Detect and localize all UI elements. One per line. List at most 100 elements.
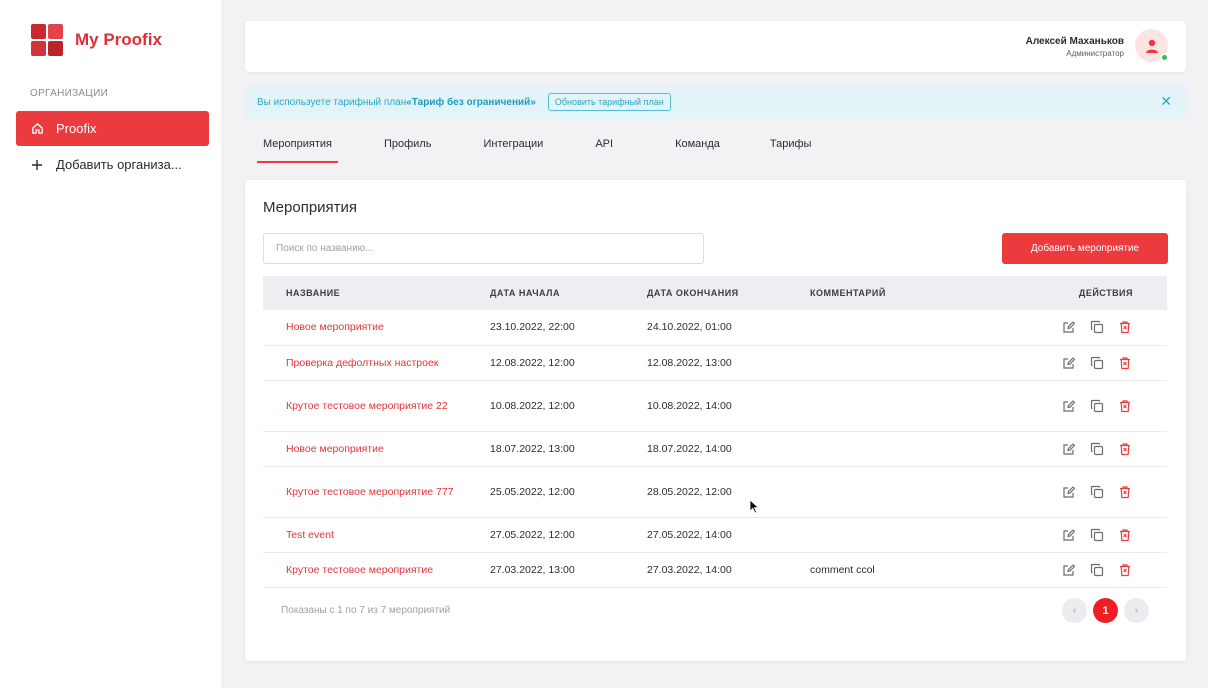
- pagination: ‹ 1 ›: [1062, 598, 1149, 623]
- column-header-name[interactable]: НАЗВАНИЕ: [263, 276, 490, 310]
- prev-page-button[interactable]: ‹: [1062, 598, 1087, 623]
- comment-cell: [810, 380, 1010, 431]
- event-name-link[interactable]: Крутое тестовое мероприятие 22: [263, 380, 490, 431]
- alert-plan-name: «Тариф без ограничений»: [406, 96, 536, 108]
- event-name-link[interactable]: Новое мероприятие: [263, 310, 490, 345]
- plus-icon: [30, 158, 44, 172]
- events-table: НАЗВАНИЕ ДАТА НАЧАЛА ДАТА ОКОНЧАНИЯ КОММ…: [263, 276, 1167, 588]
- column-header-end[interactable]: ДАТА ОКОНЧАНИЯ: [647, 276, 810, 310]
- pagination-summary: Показаны с 1 по 7 из 7 мероприятий: [281, 605, 451, 616]
- avatar[interactable]: [1135, 29, 1168, 62]
- tab-plans[interactable]: Тарифы: [764, 135, 818, 163]
- events-card: Мероприятия Добавить мероприятие НАЗВАНИ…: [245, 180, 1186, 661]
- copy-icon[interactable]: [1089, 562, 1104, 577]
- tabs: Мероприятия Профиль Интеграции API Коман…: [257, 135, 817, 163]
- top-bar: Алексей Маханьков Администратор: [245, 21, 1186, 72]
- brand-logo[interactable]: My Proofix: [31, 24, 162, 56]
- event-name-link[interactable]: Крутое тестовое мероприятие 777: [263, 466, 490, 517]
- event-name-link[interactable]: Новое мероприятие: [263, 431, 490, 466]
- user-role: Администратор: [1066, 49, 1124, 58]
- edit-icon[interactable]: [1061, 562, 1076, 577]
- logo-icon: [31, 24, 63, 56]
- actions-cell: [1010, 517, 1167, 552]
- tab-integrations[interactable]: Интеграции: [477, 135, 549, 163]
- delete-icon[interactable]: [1117, 562, 1132, 577]
- search-input[interactable]: [263, 233, 704, 264]
- organizations-section-label: ОРГАНИЗАЦИИ: [30, 88, 109, 99]
- comment-cell: [810, 431, 1010, 466]
- event-name-link[interactable]: Крутое тестовое мероприятие: [263, 552, 490, 587]
- upgrade-plan-button[interactable]: Обновить тарифный план: [547, 93, 671, 111]
- actions-cell: [1010, 431, 1167, 466]
- delete-icon[interactable]: [1117, 398, 1132, 413]
- start-date-cell: 10.08.2022, 12:00: [490, 399, 575, 412]
- column-header-comment[interactable]: КОММЕНТАРИЙ: [810, 276, 1010, 310]
- start-date-cell: 27.03.2022, 13:00: [490, 563, 575, 576]
- edit-icon[interactable]: [1061, 320, 1076, 335]
- start-date-cell: 23.10.2022, 22:00: [490, 321, 575, 334]
- tab-events[interactable]: Мероприятия: [257, 135, 338, 163]
- copy-icon[interactable]: [1089, 527, 1104, 542]
- edit-icon[interactable]: [1061, 527, 1076, 542]
- event-name-link[interactable]: Test event: [263, 517, 490, 552]
- start-date-cell: 12.08.2022, 12:00: [490, 356, 575, 369]
- table-row: Новое мероприятие 18.07.2022, 13:00 18.07.…: [263, 431, 1167, 466]
- copy-icon[interactable]: [1089, 398, 1104, 413]
- add-event-button[interactable]: Добавить мероприятие: [1002, 233, 1168, 264]
- copy-icon[interactable]: [1089, 355, 1104, 370]
- start-date-cell: 25.05.2022, 12:00: [490, 485, 575, 498]
- online-status-dot: [1161, 54, 1168, 61]
- end-date-cell: 28.05.2022, 12:00: [647, 485, 732, 498]
- actions-cell: [1010, 345, 1167, 380]
- comment-cell: [810, 345, 1010, 380]
- table-row: Новое мероприятие 23.10.2022, 22:00 24.10.…: [263, 310, 1167, 345]
- copy-icon[interactable]: [1089, 441, 1104, 456]
- copy-icon[interactable]: [1089, 484, 1104, 499]
- edit-icon[interactable]: [1061, 355, 1076, 370]
- tab-profile[interactable]: Профиль: [378, 135, 438, 163]
- tab-api[interactable]: API: [589, 135, 619, 163]
- end-date-cell: 24.10.2022, 01:00: [647, 321, 732, 334]
- table-row: Крутое тестовое мероприятие 27.03.2022, 1…: [263, 552, 1167, 587]
- user-icon: [1145, 39, 1158, 53]
- edit-icon[interactable]: [1061, 484, 1076, 499]
- table-row: Test event 27.05.2022, 12:00 27.05.2022, 1…: [263, 517, 1167, 552]
- delete-icon[interactable]: [1117, 320, 1132, 335]
- page-title: Мероприятия: [263, 199, 358, 216]
- user-info[interactable]: Алексей Маханьков Администратор: [1026, 36, 1124, 58]
- actions-cell: [1010, 552, 1167, 587]
- mouse-cursor-icon: [749, 499, 760, 514]
- home-icon: [30, 122, 44, 136]
- event-name-link[interactable]: Проверка дефолтных настроек: [263, 345, 490, 380]
- actions-cell: [1010, 380, 1167, 431]
- actions-cell: [1010, 466, 1167, 517]
- delete-icon[interactable]: [1117, 355, 1132, 370]
- delete-icon[interactable]: [1117, 527, 1132, 542]
- start-date-cell: 27.05.2022, 12:00: [490, 528, 575, 541]
- user-name: Алексей Маханьков: [1025, 36, 1124, 47]
- tab-team[interactable]: Команда: [669, 135, 726, 163]
- comment-cell: [810, 466, 1010, 517]
- end-date-cell: 18.07.2022, 14:00: [647, 442, 732, 455]
- delete-icon[interactable]: [1117, 441, 1132, 456]
- delete-icon[interactable]: [1117, 484, 1132, 499]
- end-date-cell: 10.08.2022, 14:00: [647, 399, 732, 412]
- copy-icon[interactable]: [1089, 320, 1104, 335]
- table-row: Крутое тестовое мероприятие 22 10.08.2022…: [263, 380, 1167, 431]
- table-row: Крутое тестовое мероприятие 777 25.05.202…: [263, 466, 1167, 517]
- sidebar-item-label: Добавить организа...: [56, 157, 182, 172]
- page-1-button[interactable]: 1: [1093, 598, 1118, 623]
- sidebar-item-proofix[interactable]: Proofix: [16, 111, 209, 146]
- actions-cell: [1010, 310, 1167, 345]
- end-date-cell: 27.05.2022, 14:00: [647, 528, 732, 541]
- add-organization-button[interactable]: Добавить организа...: [16, 147, 209, 182]
- edit-icon[interactable]: [1061, 441, 1076, 456]
- close-icon[interactable]: ✕: [1160, 93, 1172, 110]
- end-date-cell: 27.03.2022, 14:00: [647, 563, 732, 576]
- table-row: Проверка дефолтных настроек 12.08.2022, 1…: [263, 345, 1167, 380]
- table-header-row: НАЗВАНИЕ ДАТА НАЧАЛА ДАТА ОКОНЧАНИЯ КОММ…: [263, 276, 1167, 310]
- sidebar-item-label: Proofix: [56, 121, 97, 136]
- next-page-button[interactable]: ›: [1124, 598, 1149, 623]
- edit-icon[interactable]: [1061, 398, 1076, 413]
- column-header-start[interactable]: ДАТА НАЧАЛА: [490, 276, 647, 310]
